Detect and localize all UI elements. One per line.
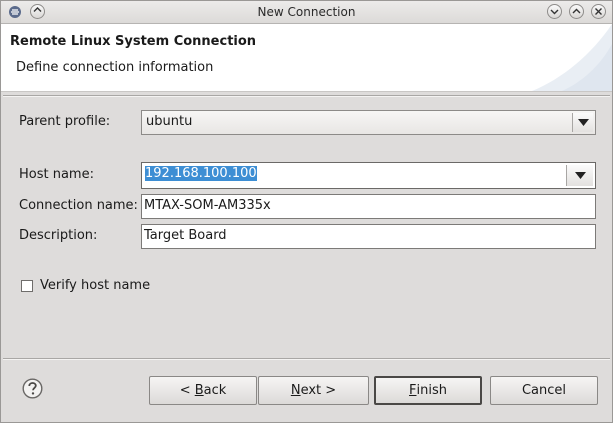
parent-profile-select[interactable]: ubuntu [141,110,596,135]
back-button[interactable]: < Back [149,376,257,405]
chevron-down-icon[interactable] [572,113,593,132]
header-separator [3,95,610,97]
back-button-label: ack [203,383,227,398]
connection-name-value: MTAX-SOM-AM335x [144,198,271,213]
next-button[interactable]: Next > [258,376,369,405]
next-button-label: ext > [300,383,337,398]
verify-host-label[interactable]: Verify host name [40,278,150,293]
host-name-combo[interactable]: 192.168.100.100 [141,162,596,189]
close-icon[interactable] [591,4,606,19]
host-name-value: 192.168.100.100 [145,166,257,181]
finish-button[interactable]: Finish [374,376,482,405]
back-button-prefix: < [179,383,195,398]
wizard-header: Remote Linux System Connection Define co… [1,24,612,92]
wizard-title: Remote Linux System Connection [10,34,257,49]
connection-name-field[interactable]: MTAX-SOM-AM335x [141,194,596,219]
next-button-mnemonic: N [290,383,301,398]
chevron-down-icon[interactable] [566,165,593,186]
window-title: New Connection [257,5,356,19]
description-label: Description: [19,228,98,243]
maximize-icon[interactable] [569,4,584,19]
cancel-button[interactable]: Cancel [490,376,598,405]
minimize-icon[interactable] [547,4,562,19]
verify-host-checkbox[interactable] [21,280,33,292]
cancel-button-label: Cancel [521,383,567,398]
finish-button-mnemonic: F [409,383,417,398]
back-button-mnemonic: B [194,383,204,398]
footer-separator [3,358,610,360]
banner-decoration-icon [532,24,612,91]
connection-name-label: Connection name: [19,198,138,213]
parent-profile-label: Parent profile: [19,114,111,129]
title-bar: New Connection [1,1,612,24]
host-name-label: Host name: [19,167,94,182]
finish-button-label: inish [416,383,447,398]
parent-profile-value: ubuntu [146,114,193,129]
new-connection-dialog: New Connection Remote Linux System Conne… [0,0,613,423]
description-field[interactable]: Target Board [141,224,596,249]
wizard-description: Define connection information [16,60,214,75]
description-value: Target Board [144,228,227,243]
help-icon[interactable] [22,378,43,403]
